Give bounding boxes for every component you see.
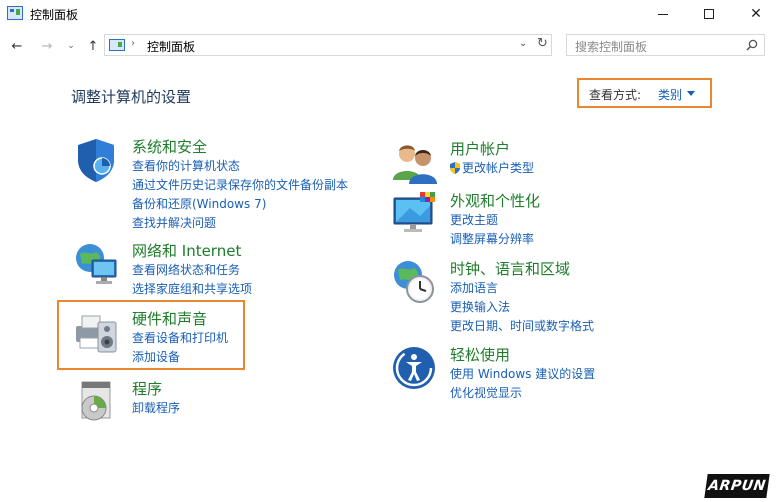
monitor-personalize-icon[interactable] [390,190,438,238]
search-box[interactable]: 搜索控制面板 [566,34,765,56]
link-backup-restore[interactable]: 备份和还原(Windows 7) [132,195,266,212]
link-troubleshoot[interactable]: 查找并解决问题 [132,214,216,231]
link-add-device[interactable]: 添加设备 [132,348,180,365]
minimize-button[interactable] [640,0,686,28]
category-programs: 程序 卸载程序 [72,378,372,428]
globe-network-icon[interactable] [72,240,120,288]
link-uninstall-program[interactable]: 卸载程序 [132,399,180,416]
category-title-hardware-sound[interactable]: 硬件和声音 [132,308,207,329]
control-panel-app-icon [7,6,23,20]
view-by-label: 查看方式: [589,88,642,102]
link-change-theme[interactable]: 更改主题 [450,211,498,228]
uac-shield-icon [450,162,460,174]
recent-locations-button[interactable]: ⌄ [62,38,80,54]
link-view-computer-status[interactable]: 查看你的计算机状态 [132,157,240,174]
category-clock-region: 时钟、语言和区域 添加语言 更换输入法 更改日期、时间或数字格式 [390,258,690,334]
back-button[interactable]: ← [8,38,26,54]
link-change-account-type[interactable]: 更改帐户类型 [450,159,534,176]
forward-button[interactable]: → [38,38,56,54]
page-title: 调整计算机的设置 [71,88,192,106]
link-homegroup-sharing[interactable]: 选择家庭组和共享选项 [132,280,252,297]
clock-globe-icon[interactable] [390,258,438,306]
control-panel-icon [109,39,125,51]
category-system-security: 系统和安全 查看你的计算机状态 通过文件历史记录保存你的文件备份副本 备份和还原… [72,136,372,232]
address-bar[interactable]: › 控制面板 ⌄ ↻ [104,34,552,56]
category-ease-of-access: 轻松使用 使用 Windows 建议的设置 优化视觉显示 [390,344,690,402]
watermark-logo: ARPUN [704,474,770,498]
category-user-accounts: 用户帐户 更改帐户类型 [390,138,690,184]
address-dropdown-icon[interactable]: ⌄ [519,38,527,49]
category-title-programs[interactable]: 程序 [132,378,162,399]
chevron-down-icon[interactable] [687,91,695,96]
ease-of-access-icon[interactable] [390,344,438,392]
printer-speaker-icon[interactable] [72,308,120,356]
programs-disc-icon[interactable] [72,378,120,426]
maximize-button[interactable] [686,0,732,28]
content-area: 调整计算机的设置 查看方式: 类别 系统和安全 查看你的计算机状态 通过文件历史… [0,64,779,502]
view-by-box[interactable]: 查看方式: 类别 [577,78,712,108]
title-bar: 控制面板 ✕ [0,0,779,28]
category-hardware-sound: 硬件和声音 查看设备和打印机 添加设备 [72,308,242,366]
search-input[interactable]: 搜索控制面板 [575,38,647,55]
close-button[interactable]: ✕ [733,0,779,28]
link-screen-resolution[interactable]: 调整屏幕分辨率 [450,230,534,247]
minimize-icon [658,13,668,15]
link-devices-printers[interactable]: 查看设备和打印机 [132,329,228,346]
link-optimize-visual-display[interactable]: 优化视觉显示 [450,384,522,401]
category-title-user-accounts[interactable]: 用户帐户 [450,138,510,159]
link-network-status[interactable]: 查看网络状态和任务 [132,261,240,278]
maximize-icon [704,9,714,19]
category-network: 网络和 Internet 查看网络状态和任务 选择家庭组和共享选项 [72,240,372,298]
link-change-account-type-label: 更改帐户类型 [462,161,535,175]
category-title-network[interactable]: 网络和 Internet [132,240,241,261]
shield-icon[interactable] [72,136,120,184]
breadcrumb-control-panel[interactable]: 控制面板 [147,38,195,55]
link-change-input-method[interactable]: 更换输入法 [450,298,510,315]
refresh-button[interactable]: ↻ [537,36,548,51]
category-appearance: 外观和个性化 更改主题 调整屏幕分辨率 [390,190,690,248]
category-title-appearance[interactable]: 外观和个性化 [450,190,540,211]
navigation-bar: ← → ⌄ ↑ › 控制面板 ⌄ ↻ 搜索控制面板 [0,28,779,64]
breadcrumb-separator[interactable]: › [131,38,135,49]
link-file-history-backup[interactable]: 通过文件历史记录保存你的文件备份副本 [132,176,348,193]
users-icon[interactable] [390,138,438,186]
view-by-dropdown[interactable]: 类别 [658,86,682,103]
category-title-ease-of-access[interactable]: 轻松使用 [450,344,510,365]
link-add-language[interactable]: 添加语言 [450,279,498,296]
search-icon[interactable] [746,39,758,51]
window-title: 控制面板 [30,8,79,22]
link-recommended-settings[interactable]: 使用 Windows 建议的设置 [450,365,595,382]
category-title-system-security[interactable]: 系统和安全 [132,136,207,157]
category-title-clock-region[interactable]: 时钟、语言和区域 [450,258,570,279]
link-date-time-format[interactable]: 更改日期、时间或数字格式 [450,317,594,334]
up-button[interactable]: ↑ [84,38,102,54]
